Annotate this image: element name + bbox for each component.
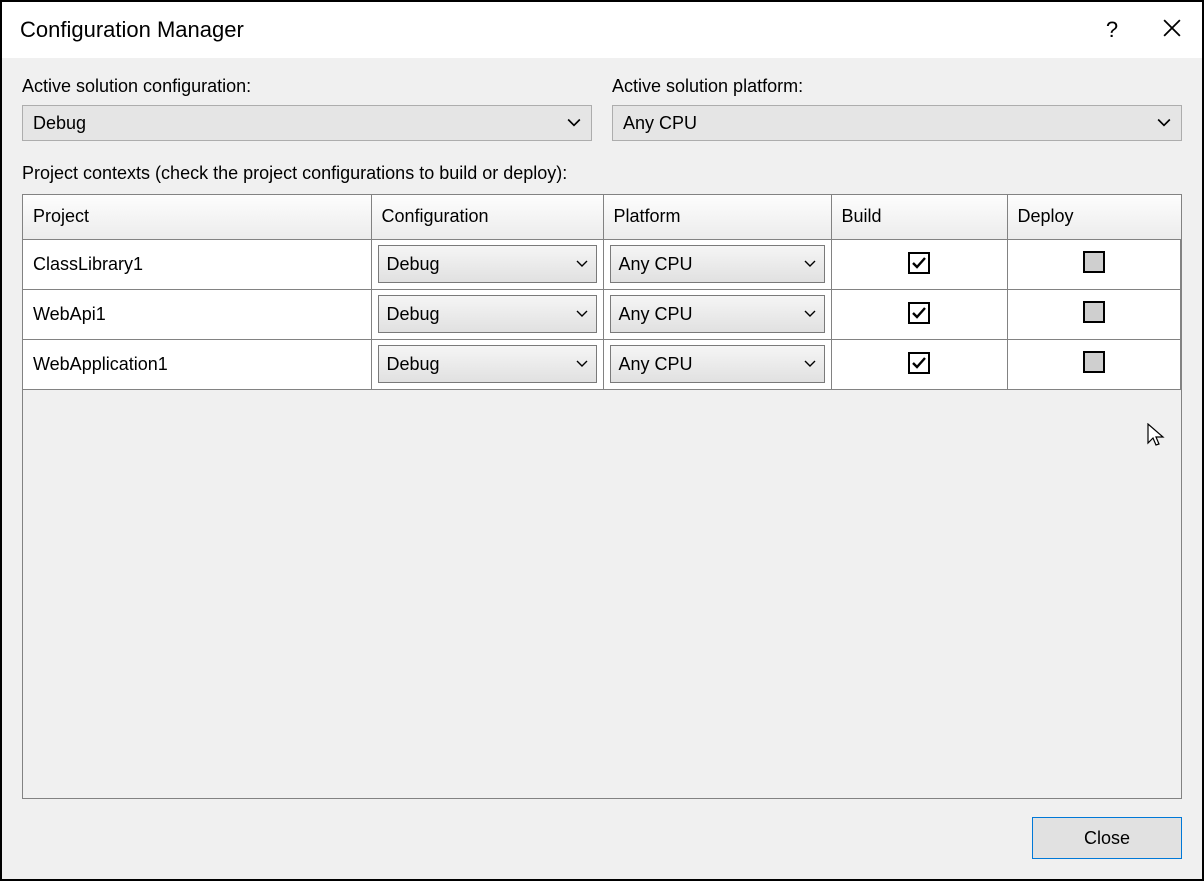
active-platform-group: Active solution platform: Any CPU xyxy=(612,76,1182,141)
configuration-cell: Debug xyxy=(371,339,603,389)
active-platform-dropdown[interactable]: Any CPU xyxy=(612,105,1182,141)
grid-header-row: Project Configuration Platform Build Dep… xyxy=(23,195,1181,239)
configuration-value: Debug xyxy=(387,354,576,375)
deploy-cell xyxy=(1007,239,1181,289)
platform-value: Any CPU xyxy=(619,304,804,325)
project-grid-container: Project Configuration Platform Build Dep… xyxy=(22,194,1182,799)
header-configuration[interactable]: Configuration xyxy=(371,195,603,239)
configuration-cell: Debug xyxy=(371,239,603,289)
header-deploy[interactable]: Deploy xyxy=(1007,195,1181,239)
configuration-value: Debug xyxy=(387,304,576,325)
configuration-manager-dialog: Configuration Manager ? Active solution … xyxy=(0,0,1204,881)
chevron-down-icon xyxy=(804,254,816,275)
help-button[interactable]: ? xyxy=(1082,2,1142,58)
build-cell xyxy=(831,339,1007,389)
dialog-body: Active solution configuration: Debug Act… xyxy=(2,58,1202,879)
deploy-checkbox xyxy=(1083,351,1105,373)
active-platform-value: Any CPU xyxy=(623,113,1157,134)
titlebar: Configuration Manager ? xyxy=(2,2,1202,58)
platform-cell: Any CPU xyxy=(603,289,831,339)
chevron-down-icon xyxy=(576,254,588,275)
configuration-dropdown[interactable]: Debug xyxy=(378,245,597,283)
deploy-checkbox xyxy=(1083,301,1105,323)
project-cell[interactable]: WebApplication1 xyxy=(23,339,371,389)
mouse-cursor-icon xyxy=(1147,423,1167,451)
build-cell xyxy=(831,289,1007,339)
dialog-title: Configuration Manager xyxy=(20,17,1082,43)
table-row: WebApplication1 Debug Any CPU xyxy=(23,339,1181,389)
active-config-dropdown[interactable]: Debug xyxy=(22,105,592,141)
header-project[interactable]: Project xyxy=(23,195,371,239)
deploy-checkbox xyxy=(1083,251,1105,273)
platform-value: Any CPU xyxy=(619,254,804,275)
platform-cell: Any CPU xyxy=(603,239,831,289)
table-row: ClassLibrary1 Debug Any CPU xyxy=(23,239,1181,289)
deploy-cell xyxy=(1007,339,1181,389)
dialog-footer: Close xyxy=(22,799,1182,859)
grid-empty-area xyxy=(23,390,1181,799)
platform-dropdown[interactable]: Any CPU xyxy=(610,245,825,283)
chevron-down-icon xyxy=(567,116,581,130)
project-grid: Project Configuration Platform Build Dep… xyxy=(23,195,1181,390)
project-cell[interactable]: WebApi1 xyxy=(23,289,371,339)
header-build[interactable]: Build xyxy=(831,195,1007,239)
configuration-cell: Debug xyxy=(371,289,603,339)
build-checkbox[interactable] xyxy=(908,352,930,374)
close-button[interactable]: Close xyxy=(1032,817,1182,859)
close-icon xyxy=(1163,17,1181,43)
platform-cell: Any CPU xyxy=(603,339,831,389)
deploy-cell xyxy=(1007,289,1181,339)
active-config-value: Debug xyxy=(33,113,567,134)
configuration-dropdown[interactable]: Debug xyxy=(378,345,597,383)
active-config-group: Active solution configuration: Debug xyxy=(22,76,592,141)
active-config-label: Active solution configuration: xyxy=(22,76,592,97)
close-window-button[interactable] xyxy=(1142,2,1202,58)
top-row: Active solution configuration: Debug Act… xyxy=(22,76,1182,141)
chevron-down-icon xyxy=(804,304,816,325)
configuration-value: Debug xyxy=(387,254,576,275)
table-row: WebApi1 Debug Any CPU xyxy=(23,289,1181,339)
build-cell xyxy=(831,239,1007,289)
chevron-down-icon xyxy=(804,354,816,375)
chevron-down-icon xyxy=(576,354,588,375)
project-contexts-label: Project contexts (check the project conf… xyxy=(22,163,1182,184)
chevron-down-icon xyxy=(1157,116,1171,130)
platform-dropdown[interactable]: Any CPU xyxy=(610,345,825,383)
platform-dropdown[interactable]: Any CPU xyxy=(610,295,825,333)
active-platform-label: Active solution platform: xyxy=(612,76,1182,97)
header-platform[interactable]: Platform xyxy=(603,195,831,239)
platform-value: Any CPU xyxy=(619,354,804,375)
project-cell[interactable]: ClassLibrary1 xyxy=(23,239,371,289)
build-checkbox[interactable] xyxy=(908,302,930,324)
close-button-label: Close xyxy=(1084,828,1130,849)
configuration-dropdown[interactable]: Debug xyxy=(378,295,597,333)
chevron-down-icon xyxy=(576,304,588,325)
help-icon: ? xyxy=(1106,17,1118,43)
build-checkbox[interactable] xyxy=(908,252,930,274)
